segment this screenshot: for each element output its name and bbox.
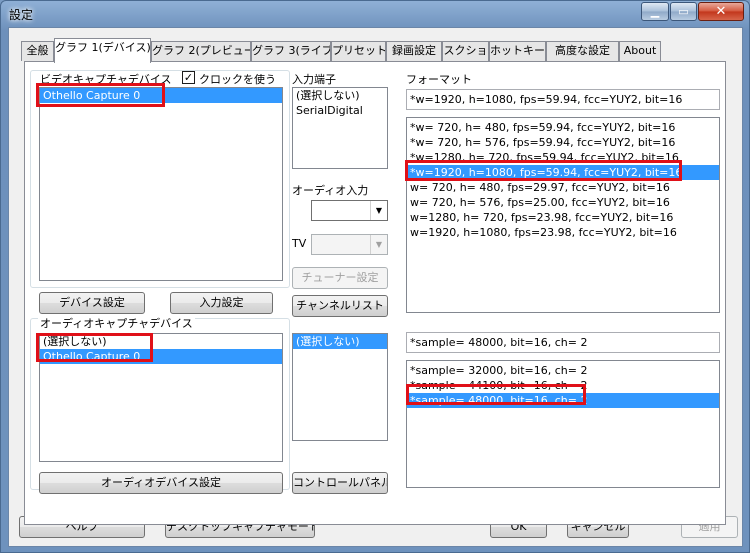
tab-about[interactable]: About <box>619 41 661 61</box>
close-icon: ✕ <box>715 4 727 19</box>
format-list[interactable]: *w= 720, h= 480, fps=59.94, fcc=YUY2, bi… <box>406 117 720 313</box>
list-item[interactable]: Othello Capture 0 <box>40 349 282 364</box>
list-item[interactable]: (選択しない) <box>40 334 282 349</box>
list-item[interactable]: w= 720, h= 576, fps=25.00, fcc=YUY2, bit… <box>407 195 719 210</box>
list-item[interactable]: *sample= 48000, bit=16, ch= 2 <box>407 393 719 408</box>
list-item[interactable]: w= 720, h= 480, fps=29.97, fcc=YUY2, bit… <box>407 180 719 195</box>
window-title: 設定 <box>9 8 34 22</box>
device-settings-button[interactable]: デバイス設定 <box>39 292 145 314</box>
tab-hotkey[interactable]: ホットキー <box>489 41 546 61</box>
audio-input-label: オーディオ入力 <box>292 184 369 197</box>
tab-screenshot[interactable]: スクショ <box>442 41 489 61</box>
maximize-icon: ▭ <box>678 5 689 18</box>
list-item[interactable]: (選択しない) <box>293 88 387 103</box>
clock-checkbox-label: クロックを使う <box>199 73 276 86</box>
list-item[interactable]: Othello Capture 0 <box>40 88 282 103</box>
list-item[interactable]: *w=1280, h= 720, fps=59.94, fcc=YUY2, bi… <box>407 150 719 165</box>
tab-advanced-settings[interactable]: 高度な設定 <box>546 41 619 61</box>
tab-recording-settings[interactable]: 録画設定 <box>386 41 442 61</box>
list-item[interactable]: *sample= 32000, bit=16, ch= 2 <box>407 363 719 378</box>
video-device-list[interactable]: Othello Capture 0 <box>39 87 283 281</box>
audio-capture-label: オーディオキャプチャデバイス <box>38 315 195 331</box>
chevron-down-icon: ▼ <box>370 235 387 254</box>
input-settings-button[interactable]: 入力設定 <box>170 292 273 314</box>
tuner-settings-button[interactable]: チューナー設定 <box>292 267 388 289</box>
audio-device-settings-button[interactable]: オーディオデバイス設定 <box>39 472 283 494</box>
checkmark-icon: ✓ <box>183 71 194 84</box>
format-label: フォーマット <box>406 73 472 86</box>
channel-list-button[interactable]: チャンネルリスト <box>292 295 388 317</box>
close-button[interactable]: ✕ <box>698 2 744 21</box>
maximize-button[interactable]: ▭ <box>670 2 697 21</box>
video-capture-label: ビデオキャプチャデバイス <box>38 71 174 87</box>
tv-label: TV <box>292 237 307 250</box>
list-item[interactable]: w=1280, h= 720, fps=23.98, fcc=YUY2, bit… <box>407 210 719 225</box>
clock-checkbox[interactable]: ✓ <box>182 71 195 84</box>
audio-device-list[interactable]: (選択しない) Othello Capture 0 <box>39 333 283 462</box>
tab-preset[interactable]: プリセット <box>331 41 386 61</box>
list-item[interactable]: (選択しない) <box>293 334 387 349</box>
list-item[interactable]: SerialDigital <box>293 103 387 118</box>
audio-input-combo[interactable]: ▼ <box>311 200 388 221</box>
tab-graph1-device[interactable]: グラフ 1(デバイス) <box>54 38 151 63</box>
format-current-field[interactable]: *w=1920, h=1080, fps=59.94, fcc=YUY2, bi… <box>406 89 720 110</box>
chevron-down-icon: ▼ <box>370 201 387 220</box>
tab-graph2-preview[interactable]: グラフ 2(プレビュー) <box>151 41 251 61</box>
minimize-button[interactable]: ▁ <box>641 2 669 21</box>
minimize-icon: ▁ <box>650 5 660 18</box>
list-item[interactable]: *w= 720, h= 576, fps=59.94, fcc=YUY2, bi… <box>407 135 719 150</box>
input-terminal-label: 入力端子 <box>292 73 336 86</box>
input-terminal-list[interactable]: (選択しない) SerialDigital <box>292 87 388 169</box>
list-item[interactable]: *sample= 44100, bit=16, ch= 2 <box>407 378 719 393</box>
tab-general[interactable]: 全般 <box>21 41 54 61</box>
tab-panel-graph1: ビデオキャプチャデバイス ✓ クロックを使う Othello Capture 0… <box>24 61 726 525</box>
list-item[interactable]: w=1920, h=1080, fps=23.98, fcc=YUY2, bit… <box>407 225 719 240</box>
list-item[interactable]: *w= 720, h= 480, fps=59.94, fcc=YUY2, bi… <box>407 120 719 135</box>
tv-combo[interactable]: ▼ <box>311 234 388 255</box>
audio-format-current-field[interactable]: *sample= 48000, bit=16, ch= 2 <box>406 332 720 353</box>
audio-pin-list[interactable]: (選択しない) <box>292 333 388 441</box>
control-panel-button[interactable]: コントロールパネル <box>292 472 388 494</box>
list-item[interactable]: *w=1920, h=1080, fps=59.94, fcc=YUY2, bi… <box>407 165 719 180</box>
settings-window: 設定 ▁ ▭ ✕ 全般 グラフ 1(デバイス) グラフ 2(プレビュー) グラフ… <box>0 0 750 553</box>
audio-format-list[interactable]: *sample= 32000, bit=16, ch= 2 *sample= 4… <box>406 360 720 488</box>
tab-graph3-live[interactable]: グラフ 3(ライブ) <box>251 41 331 61</box>
title-bar[interactable]: 設定 ▁ ▭ ✕ <box>1 1 749 27</box>
dialog-client-area: 全般 グラフ 1(デバイス) グラフ 2(プレビュー) グラフ 3(ライブ) プ… <box>8 27 743 547</box>
